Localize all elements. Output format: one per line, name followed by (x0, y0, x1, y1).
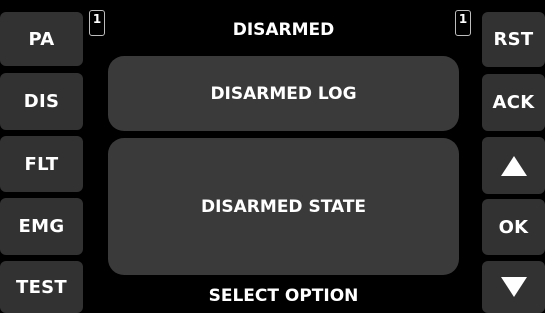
right-indicator-value: 1 (458, 12, 468, 26)
status-title: DISARMED (232, 20, 335, 40)
pa-button[interactable]: PA (0, 12, 83, 66)
left-indicator: 1 (89, 10, 105, 36)
test-button[interactable]: TEST (0, 261, 83, 313)
dis-button-label: DIS (23, 91, 60, 112)
left-indicator-value: 1 (92, 12, 102, 26)
down-button[interactable] (482, 261, 545, 313)
up-button[interactable] (482, 137, 545, 194)
emg-button-label: EMG (18, 216, 65, 237)
dis-button[interactable]: DIS (0, 73, 83, 130)
disarmed-state-label: DISARMED STATE (200, 196, 367, 217)
disarmed-state-panel[interactable]: DISARMED STATE (108, 138, 459, 275)
emg-button[interactable]: EMG (0, 198, 83, 255)
ok-button[interactable]: OK (482, 199, 545, 255)
disarmed-log-panel[interactable]: DISARMED LOG (108, 56, 459, 131)
rst-button-label: RST (493, 29, 534, 50)
triangle-down-icon (500, 277, 527, 297)
ack-button[interactable]: ACK (482, 74, 545, 131)
select-option-prompt: SELECT OPTION (208, 286, 359, 306)
rst-button[interactable]: RST (482, 12, 545, 67)
flt-button[interactable]: FLT (0, 136, 83, 192)
ok-button-label: OK (498, 216, 529, 238)
right-indicator: 1 (455, 10, 471, 36)
triangle-up-icon (500, 155, 527, 176)
test-button-label: TEST (15, 276, 68, 298)
disarmed-log-label: DISARMED LOG (210, 83, 357, 104)
pa-button-label: PA (28, 28, 55, 50)
flt-button-label: FLT (24, 153, 59, 175)
ack-button-label: ACK (492, 92, 535, 113)
